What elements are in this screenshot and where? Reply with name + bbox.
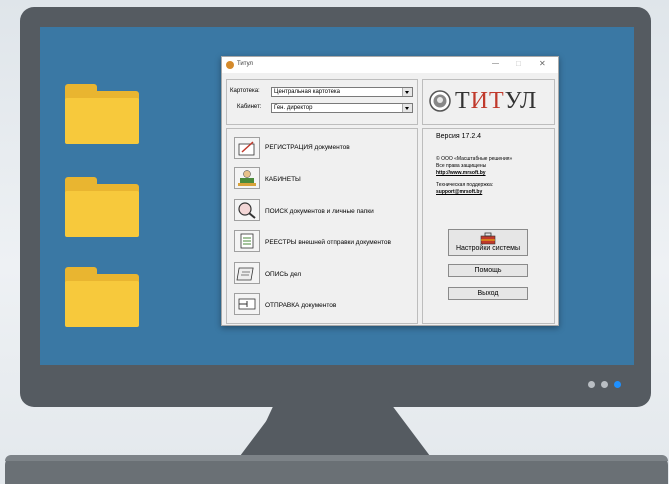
maximize-icon[interactable]: □: [516, 59, 521, 68]
cabinets-button[interactable]: [234, 167, 260, 189]
close-icon[interactable]: ✕: [539, 59, 546, 68]
support-email-link[interactable]: support@mrsoft.by: [436, 189, 482, 195]
help-button[interactable]: Помощь: [448, 264, 528, 277]
send-button[interactable]: [234, 293, 260, 315]
support-label: Техническая поддержка:: [436, 182, 494, 188]
window-titlebar[interactable]: Титул — □ ✕: [222, 57, 558, 73]
kabinet-value: Ген. директор: [274, 105, 313, 111]
settings-toolbox-icon: [480, 232, 496, 245]
kartoteka-label: Картотека:: [230, 88, 260, 94]
indicator-dot: [601, 381, 608, 388]
send-icon: [238, 298, 256, 310]
desktop-folder-icon[interactable]: [65, 84, 139, 144]
window-title: Титул: [237, 61, 253, 67]
nav-label[interactable]: ПОИСК документов и личные папки: [265, 208, 374, 215]
logo-panel: ТИТУЛ: [422, 79, 555, 125]
registry-icon: [240, 233, 254, 249]
monitor-base-highlight: [5, 455, 668, 461]
indicator-dot: [588, 381, 595, 388]
copyright-text: © ООО «Масштабные решения»: [436, 156, 513, 162]
info-panel: Версия 17.2.4 © ООО «Масштабные решения»…: [422, 128, 555, 324]
kartoteka-select[interactable]: Центральная картотека: [271, 87, 413, 97]
inventory-icon: [236, 267, 254, 281]
version-text: Версия 17.2.4: [436, 133, 482, 140]
site-link[interactable]: http://www.mrsoft.by: [436, 170, 486, 176]
nav-label[interactable]: РЕГИСТРАЦИЯ документов: [265, 144, 350, 151]
settings-button[interactable]: Настройки системы: [448, 229, 528, 256]
exit-button[interactable]: Выход: [448, 287, 528, 300]
selection-panel: Картотека: Центральная картотека Кабинет…: [226, 79, 418, 125]
rights-text: Все права защищены: [436, 163, 487, 169]
kartoteka-value: Центральная картотека: [274, 89, 340, 95]
search-button[interactable]: [234, 199, 260, 221]
inventory-button[interactable]: [234, 262, 260, 284]
registration-icon: [238, 141, 255, 156]
settings-label: Настройки системы: [455, 245, 521, 252]
registration-button[interactable]: [234, 137, 260, 159]
chevron-down-icon[interactable]: [402, 104, 412, 112]
app-icon: [226, 61, 234, 69]
magnifier-icon: [238, 202, 256, 219]
minimize-icon[interactable]: —: [492, 60, 499, 67]
kabinet-select[interactable]: Ген. директор: [271, 103, 413, 113]
cabinet-person-icon: [238, 170, 256, 186]
nav-label[interactable]: ОПИСЬ дел: [265, 271, 301, 278]
navigation-panel: РЕГИСТРАЦИЯ документов КАБИНЕТЫ ПОИСК до…: [226, 128, 418, 324]
nav-label[interactable]: ОТПРАВКА документов: [265, 302, 336, 309]
desktop-folder-icon[interactable]: [65, 177, 139, 237]
chevron-down-icon[interactable]: [402, 88, 412, 96]
kabinet-label: Кабинет:: [237, 104, 262, 110]
nav-label[interactable]: РЕЕСТРЫ внешней отправки документов: [265, 239, 391, 246]
logo-text: ТИТУЛ: [455, 88, 538, 114]
registries-button[interactable]: [234, 230, 260, 252]
logo-emblem-icon: [429, 90, 451, 112]
indicator-dot-active: [614, 381, 621, 388]
titul-window: Титул — □ ✕ Картотека: Центральная карто…: [221, 56, 559, 326]
nav-label[interactable]: КАБИНЕТЫ: [265, 176, 301, 183]
desktop-folder-icon[interactable]: [65, 267, 139, 327]
